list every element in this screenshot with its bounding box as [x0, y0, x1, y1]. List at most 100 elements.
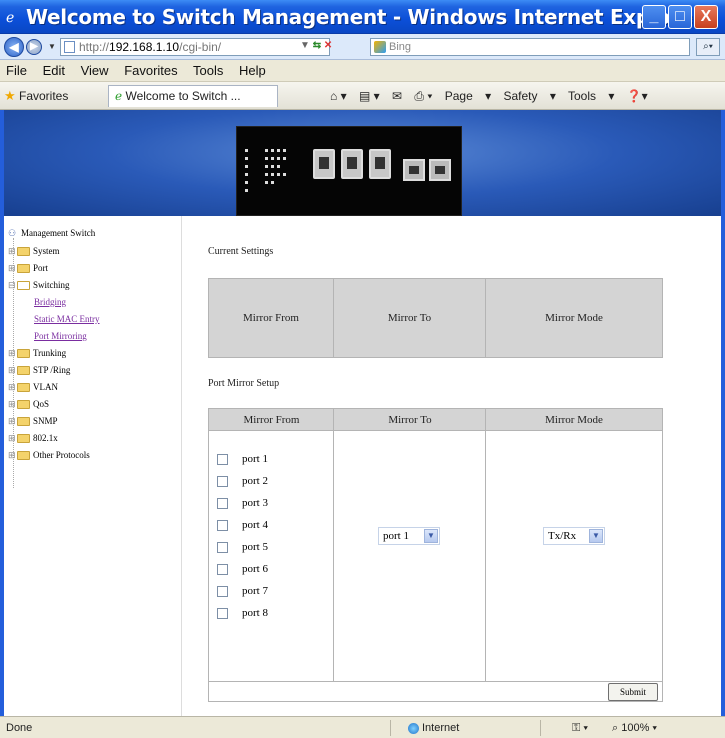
mirror-to-select[interactable]: port 1 ▼ — [378, 527, 440, 545]
menu-tools[interactable]: Tools — [193, 63, 223, 78]
minimize-button[interactable]: _ — [642, 5, 666, 29]
sidebar-item-static-mac[interactable]: Static MAC Entry — [34, 312, 100, 326]
port-checkbox[interactable] — [217, 541, 228, 553]
setup-header-mirror-from: Mirror From — [243, 414, 300, 426]
browser-tab[interactable]: ℯ Welcome to Switch ... — [108, 85, 278, 107]
star-icon: ★ — [4, 88, 16, 103]
sidebar-root[interactable]: ⚇ Management Switch — [8, 226, 95, 240]
menu-help[interactable]: Help — [239, 63, 266, 78]
protected-mode-icon[interactable]: ⚿ ▾ — [572, 717, 588, 738]
history-dropdown-icon[interactable]: ▼ — [48, 42, 56, 51]
maximize-button[interactable]: □ — [668, 5, 692, 29]
port-checkbox-row[interactable]: port 6 — [217, 561, 268, 577]
help-icon[interactable]: ❓▾ — [627, 89, 648, 103]
sidebar-item-port-mirroring[interactable]: Port Mirroring — [34, 329, 87, 343]
expand-icon[interactable]: ⊞ — [8, 261, 17, 275]
search-input[interactable]: Bing — [370, 38, 690, 56]
port-label: port 3 — [242, 497, 268, 509]
port-checkbox-row[interactable]: port 3 — [217, 495, 268, 511]
port-checkbox-row[interactable]: port 8 — [217, 605, 268, 621]
sidebar-root-label: Management Switch — [21, 228, 96, 238]
refresh-icon[interactable]: ⇆ — [313, 40, 321, 51]
port-checkbox-row[interactable]: port 4 — [217, 517, 268, 533]
sidebar-item-stp-ring[interactable]: ⊞ STP /Ring — [8, 363, 70, 377]
expand-icon[interactable]: ⊞ — [8, 414, 17, 428]
print-icon[interactable]: ⎙ ▾ — [414, 89, 432, 103]
port-jack-1 — [313, 149, 335, 179]
expand-icon[interactable]: ⊞ — [8, 363, 17, 377]
sidebar-item-label: 802.1x — [33, 433, 58, 443]
home-icon[interactable]: ⌂ ▾ — [330, 89, 347, 103]
favorites-button[interactable]: ★ Favorites — [4, 82, 68, 110]
menu-file[interactable]: File — [6, 63, 27, 78]
search-button[interactable]: ⌕▾ — [696, 38, 720, 56]
favorites-label: Favorites — [19, 89, 69, 103]
zoom-control[interactable]: ⌕ 100% ▾ — [612, 717, 657, 738]
current-header-mirror-mode: Mirror Mode — [545, 312, 603, 324]
mail-icon[interactable]: ✉ — [392, 89, 402, 103]
expand-icon[interactable]: ⊞ — [8, 346, 17, 360]
sidebar-item-bridging[interactable]: Bridging — [34, 295, 66, 309]
port-checkbox[interactable] — [217, 497, 228, 509]
sidebar-item-other-protocols[interactable]: ⊞ Other Protocols — [8, 448, 90, 462]
tools-menu-label: Tools — [567, 89, 596, 103]
sidebar-item-label: STP /Ring — [33, 365, 71, 375]
sidebar-item-switching[interactable]: ⊟ Switching — [8, 278, 70, 292]
sidebar-item-snmp[interactable]: ⊞ SNMP — [8, 414, 58, 428]
port-checkbox[interactable] — [217, 519, 228, 531]
sidebar-item-system[interactable]: ⊞ System — [8, 244, 60, 258]
port-label: port 6 — [242, 563, 268, 575]
page-menu[interactable]: Page ▾ — [445, 89, 491, 103]
close-button[interactable]: X — [694, 5, 718, 29]
menu-edit[interactable]: Edit — [43, 63, 65, 78]
tab-title: Welcome to Switch ... — [125, 89, 241, 103]
port-checkbox[interactable] — [217, 563, 228, 575]
expand-icon[interactable]: ⊞ — [8, 244, 17, 258]
forward-button[interactable]: ▶ — [26, 39, 42, 55]
folder-icon — [17, 417, 30, 427]
header-banner — [4, 110, 721, 216]
tools-menu[interactable]: Tools ▾ — [568, 89, 614, 103]
port-checkbox[interactable] — [217, 585, 228, 597]
sidebar-item-qos[interactable]: ⊞ QoS — [8, 397, 49, 411]
status-leds — [245, 145, 295, 205]
port-checkbox-row[interactable]: port 5 — [217, 539, 268, 555]
url-dropdown-icon[interactable]: ▼ — [300, 40, 310, 51]
back-button[interactable]: ◀ — [4, 37, 24, 57]
sidebar-item-label: Trunking — [33, 348, 67, 358]
favorites-bar: ★ Favorites ℯ Welcome to Switch ... ⌂ ▾ … — [0, 82, 725, 110]
sidebar-item-vlan[interactable]: ⊞ VLAN — [8, 380, 58, 394]
url-prefix: http:// — [79, 40, 110, 54]
feeds-icon[interactable]: ▤ ▾ — [359, 89, 380, 103]
port-mirror-setup-table: Mirror From Mirror To Mirror Mode port 1… — [208, 408, 663, 702]
menu-favorites[interactable]: Favorites — [124, 63, 177, 78]
sidebar-item-8021x[interactable]: ⊞ 802.1x — [8, 431, 58, 445]
search-placeholder: Bing — [389, 41, 412, 53]
port-checkbox-row[interactable]: port 2 — [217, 473, 268, 489]
sidebar-item-trunking[interactable]: ⊞ Trunking — [8, 346, 66, 360]
security-zone-label: Internet — [422, 722, 460, 734]
menu-view[interactable]: View — [81, 63, 109, 78]
port-checkbox[interactable] — [217, 475, 228, 487]
port-checkbox-row[interactable]: port 1 — [217, 451, 268, 467]
expand-icon[interactable]: ⊞ — [8, 448, 17, 462]
url-input[interactable]: http://192.168.1.10/cgi-bin/ — [60, 38, 330, 56]
sidebar-item-port[interactable]: ⊞ Port — [8, 261, 48, 275]
folder-icon — [17, 349, 30, 359]
chevron-down-icon[interactable]: ▼ — [589, 529, 603, 543]
bing-icon — [374, 41, 386, 53]
expand-icon[interactable]: ⊞ — [8, 431, 17, 445]
port-checkbox[interactable] — [217, 453, 228, 465]
stop-icon[interactable]: ✕ — [324, 40, 332, 51]
expand-icon[interactable]: ⊞ — [8, 380, 17, 394]
port-checkbox[interactable] — [217, 607, 228, 619]
mirror-mode-select[interactable]: Tx/Rx ▼ — [543, 527, 605, 545]
expand-icon[interactable]: ⊞ — [8, 397, 17, 411]
collapse-icon[interactable]: ⊟ — [8, 278, 17, 292]
current-settings-title: Current Settings — [208, 246, 274, 257]
safety-menu[interactable]: Safety ▾ — [503, 89, 555, 103]
submit-button[interactable]: Submit — [608, 683, 658, 701]
port-checkbox-row[interactable]: port 7 — [217, 583, 268, 599]
chevron-down-icon[interactable]: ▼ — [424, 529, 438, 543]
sidebar-link-label: Bridging — [34, 297, 67, 307]
